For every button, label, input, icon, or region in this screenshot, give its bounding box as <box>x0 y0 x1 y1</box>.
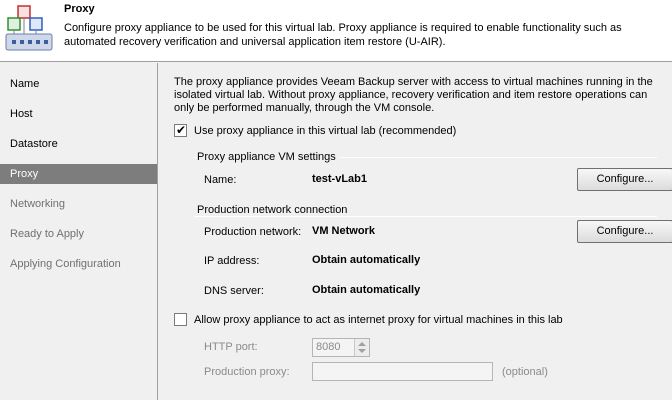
virtual-lab-icon <box>5 5 53 51</box>
ip-address-value: Obtain automatically <box>312 254 421 266</box>
proxy-settings-panel: The proxy appliance provides Veeam Backu… <box>159 63 672 400</box>
page-title: Proxy <box>64 3 95 15</box>
use-proxy-checkbox[interactable]: ✔ <box>174 123 187 137</box>
internet-proxy-label[interactable]: Allow proxy appliance to act as internet… <box>194 314 563 326</box>
page-description: Configure proxy appliance to be used for… <box>64 22 622 48</box>
sidebar-item-networking: Networking <box>10 198 66 210</box>
wizard-header: Proxy Configure proxy appliance to be us… <box>0 0 672 62</box>
vm-name-value: test-vLab1 <box>312 173 368 185</box>
wizard-steps-sidebar: Name Host Datastore Proxy Networking Rea… <box>0 63 158 400</box>
http-port-stepper[interactable]: 8080 <box>312 338 370 357</box>
production-proxy-label: Production proxy: <box>204 366 290 378</box>
production-network-value: VM Network <box>312 225 375 237</box>
vm-name-label: Name: <box>204 174 237 186</box>
http-port-value: 8080 <box>316 341 341 353</box>
dns-server-label: DNS server: <box>204 285 264 297</box>
sidebar-item-proxy[interactable]: Proxy <box>0 164 157 184</box>
sidebar-item-datastore[interactable]: Datastore <box>0 134 157 154</box>
sidebar-item-name[interactable]: Name <box>0 74 157 94</box>
production-network-label: Production network: <box>204 226 302 238</box>
arrow-down-icon[interactable] <box>358 349 366 353</box>
network-configure-button[interactable]: Configure... <box>577 220 672 243</box>
arrow-up-icon[interactable] <box>358 342 366 346</box>
ip-address-label: IP address: <box>204 255 260 267</box>
sidebar-item-applying-configuration: Applying Configuration <box>10 258 121 270</box>
sidebar-item-ready-to-apply: Ready to Apply <box>10 228 84 240</box>
http-port-label: HTTP port: <box>204 341 258 353</box>
vm-settings-group-title: Proxy appliance VM settings <box>197 151 340 163</box>
stepper-arrows-icon[interactable] <box>354 339 369 356</box>
optional-label: (optional) <box>502 366 548 378</box>
intro-text: The proxy appliance provides Veeam Backu… <box>174 76 653 114</box>
production-proxy-input[interactable] <box>312 362 493 381</box>
dns-server-value: Obtain automatically <box>312 284 421 296</box>
production-network-group-title: Production network connection <box>197 204 352 216</box>
internet-proxy-checkbox[interactable] <box>174 313 187 326</box>
use-proxy-label[interactable]: Use proxy appliance in this virtual lab … <box>194 125 456 137</box>
checkmark-icon: ✔ <box>176 123 187 137</box>
sidebar-item-host[interactable]: Host <box>0 104 157 124</box>
vm-configure-button[interactable]: Configure... <box>577 168 672 191</box>
production-network-divider <box>194 216 657 217</box>
